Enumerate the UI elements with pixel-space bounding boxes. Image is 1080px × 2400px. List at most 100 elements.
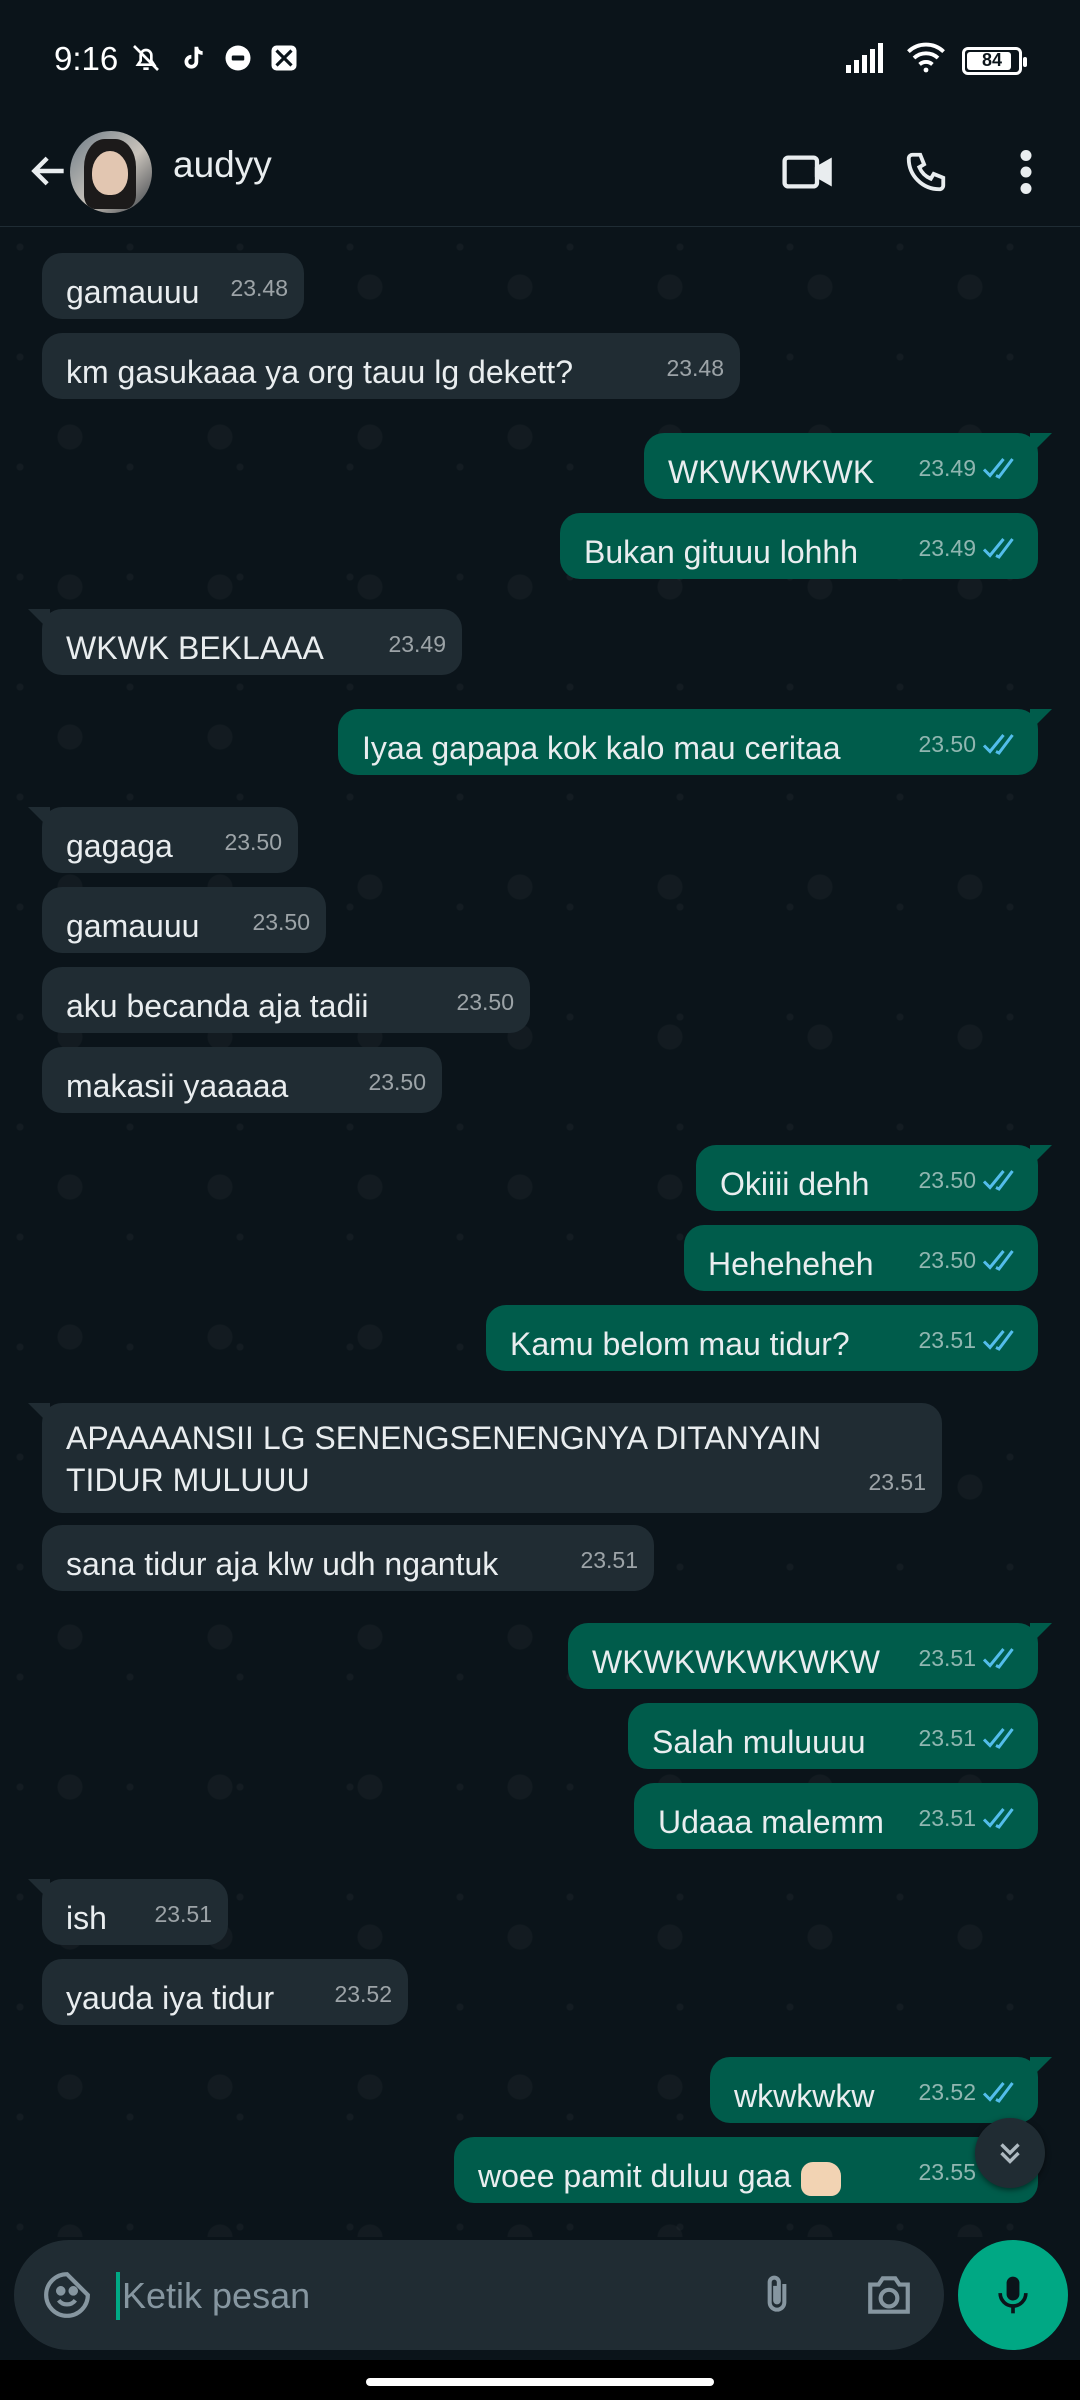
message-time: 23.49 — [918, 455, 976, 481]
message-text: aku becanda aja tadii — [66, 988, 369, 1024]
incoming-message[interactable]: makasii yaaaaa 23.50 — [42, 1047, 442, 1113]
voice-record-button[interactable] — [958, 2240, 1068, 2350]
message-time: 23.48 — [230, 275, 288, 301]
more-options-button[interactable] — [990, 136, 1062, 208]
notification-icons — [128, 40, 302, 76]
incoming-message[interactable]: ish 23.51 — [28, 1879, 228, 1945]
message-meta: 23.51 — [918, 1797, 1022, 1839]
chat-app-icon — [220, 40, 256, 76]
tiktok-icon — [174, 40, 210, 76]
scroll-to-bottom-button[interactable] — [975, 2118, 1045, 2188]
message-text: APAAAANSII LG SENENGSENENGNYA DITANYAIN … — [66, 1420, 822, 1498]
bubble-tail — [1030, 2057, 1052, 2079]
double-check-icon — [982, 1168, 1022, 1192]
bubble-tail — [28, 1879, 50, 1901]
voice-call-button[interactable] — [890, 136, 962, 208]
status-bar: 9:16 84 — [0, 0, 1080, 118]
message-time: 23.50 — [224, 829, 282, 855]
message-text: Udaaa malemm — [658, 1804, 884, 1840]
bubble-tail — [1030, 1145, 1052, 1167]
incoming-message[interactable]: km gasukaaa ya org tauu lg dekett? 23.48 — [42, 333, 740, 399]
message-meta: 23.49 — [388, 623, 446, 665]
message-text: Bukan gituuu lohhh — [584, 534, 858, 570]
avatar-face — [92, 151, 128, 195]
message-text: yauda iya tidur — [66, 1980, 275, 2016]
message-list[interactable]: gamauuu 23.48 km gasukaaa ya org tauu lg d… — [0, 227, 1080, 2237]
incoming-message[interactable]: APAAAANSII LG SENENGSENENGNYA DITANYAIN … — [28, 1403, 942, 1513]
phone-icon — [906, 152, 946, 192]
incoming-message[interactable]: gagaga 23.50 — [28, 807, 298, 873]
more-vert-icon — [1020, 150, 1032, 194]
incoming-message[interactable]: sana tidur aja klw udh ngantuk 23.51 — [42, 1525, 654, 1591]
outgoing-message[interactable]: Okiiii dehh 23.50 — [696, 1145, 1052, 1211]
arrow-left-icon — [31, 156, 64, 186]
message-meta: 23.50 — [918, 1239, 1022, 1281]
message-text: ish — [66, 1900, 107, 1936]
bubble-tail — [1030, 433, 1052, 455]
incoming-message[interactable]: gamauuu 23.50 — [42, 887, 326, 953]
message-meta: 23.51 — [918, 1717, 1022, 1759]
message-meta: 23.50 — [252, 901, 310, 943]
double-check-icon — [982, 536, 1022, 560]
message-time: 23.52 — [918, 2079, 976, 2105]
bubble-tail — [1030, 1623, 1052, 1645]
message-time: 23.51 — [154, 1901, 212, 1927]
message-time: 23.51 — [918, 1725, 976, 1751]
message-text: makasii yaaaaa — [66, 1068, 289, 1104]
wifi-icon — [906, 42, 946, 79]
message-time: 23.51 — [918, 1327, 976, 1353]
message-time: 23.51 — [580, 1547, 638, 1573]
double-check-icon — [982, 1328, 1022, 1352]
message-meta: 23.50 — [456, 981, 514, 1023]
home-indicator[interactable] — [366, 2378, 714, 2386]
outgoing-message[interactable]: Heheheheh 23.50 — [684, 1225, 1038, 1291]
message-time: 23.48 — [666, 355, 724, 381]
outgoing-message[interactable]: wkwkwkw 23.52 — [710, 2057, 1052, 2123]
message-text: km gasukaaa ya org tauu lg dekett? — [66, 354, 573, 390]
double-check-icon — [982, 1646, 1022, 1670]
incoming-message[interactable]: gamauuu 23.48 — [42, 253, 304, 319]
bubble-tail — [28, 1403, 50, 1425]
app-notification-icon — [266, 40, 302, 76]
message-text: Kamu belom mau tidur? — [510, 1326, 850, 1362]
message-text: sana tidur aja klw udh ngantuk — [66, 1546, 499, 1582]
message-time: 23.51 — [868, 1469, 926, 1495]
message-time: 23.52 — [334, 1981, 392, 2007]
system-indicators: 84 — [846, 42, 1027, 79]
message-text: WKWK BEKLAAA — [66, 630, 324, 666]
message-meta: 23.51 — [154, 1893, 212, 1935]
outgoing-message[interactable]: WKWKWKWKWKW 23.51 — [568, 1623, 1052, 1689]
outgoing-message[interactable]: Salah muluuuu 23.51 — [628, 1703, 1038, 1769]
message-meta: 23.51 — [868, 1461, 926, 1503]
incoming-message[interactable]: aku becanda aja tadii 23.50 — [42, 967, 530, 1033]
contact-name[interactable]: audyy — [173, 144, 272, 186]
fist-bump-emoji-icon — [801, 2161, 842, 2196]
bubble-tail — [28, 609, 50, 631]
sticker-button[interactable] — [34, 2262, 100, 2328]
incoming-message[interactable]: WKWK BEKLAAA 23.49 — [28, 609, 462, 675]
incoming-message[interactable]: yauda iya tidur 23.52 — [42, 1959, 408, 2025]
outgoing-message[interactable]: Iyaa gapapa kok kalo mau ceritaa 23.50 — [338, 709, 1052, 775]
sticker-icon — [44, 2272, 90, 2318]
double-check-icon — [982, 1248, 1022, 1272]
video-call-icon — [782, 155, 832, 189]
outgoing-message[interactable]: Bukan gituuu lohhh 23.49 — [560, 513, 1038, 579]
outgoing-message[interactable]: woee pamit duluu gaa 23.55 — [454, 2137, 1038, 2203]
battery-percent: 84 — [981, 50, 1003, 70]
message-meta: 23.48 — [230, 267, 288, 309]
message-meta: 23.50 — [224, 821, 282, 863]
attach-button[interactable] — [744, 2262, 810, 2328]
outgoing-message[interactable]: Udaaa malemm 23.51 — [634, 1783, 1038, 1849]
message-input[interactable] — [118, 2268, 726, 2324]
outgoing-message[interactable]: WKWKWKWK 23.49 — [644, 433, 1052, 499]
message-time: 23.50 — [252, 909, 310, 935]
message-time: 23.49 — [918, 535, 976, 561]
outgoing-message[interactable]: Kamu belom mau tidur? 23.51 — [486, 1305, 1038, 1371]
message-time: 23.49 — [388, 631, 446, 657]
avatar[interactable] — [70, 131, 152, 213]
video-call-button[interactable] — [772, 136, 844, 208]
message-text: Salah muluuuu — [652, 1724, 866, 1760]
camera-button[interactable] — [856, 2262, 922, 2328]
message-input-bar — [14, 2240, 944, 2350]
double-chevron-down-icon — [1000, 2143, 1020, 2164]
